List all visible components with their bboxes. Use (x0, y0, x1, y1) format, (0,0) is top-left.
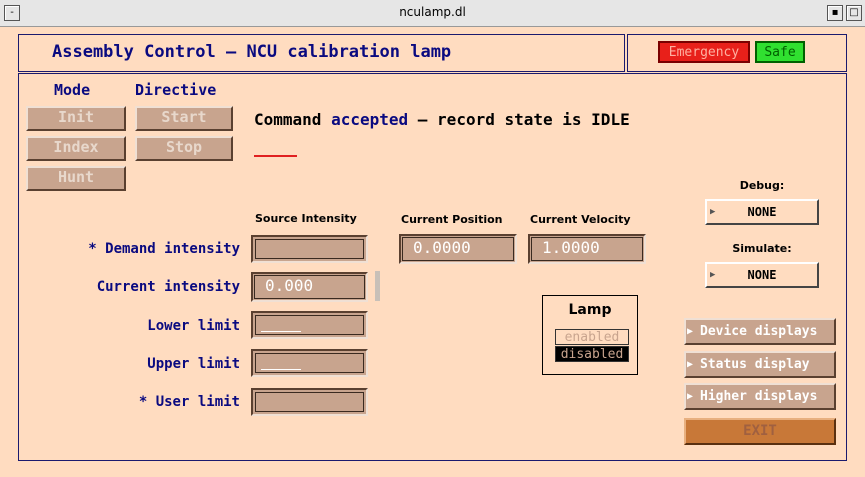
window-titlebar[interactable]: - nculamp.dl ▪ □ (0, 0, 865, 27)
hunt-button[interactable]: Hunt (26, 166, 126, 191)
mode-heading: Mode (54, 81, 91, 99)
command-status-message: Command accepted – record state is IDLE (254, 110, 630, 129)
index-button[interactable]: Index (26, 136, 126, 161)
start-button[interactable]: Start (135, 106, 233, 131)
debug-label: Debug: (739, 179, 785, 192)
page-title: Assembly Control – NCU calibration lamp (52, 42, 452, 62)
field-inner (255, 392, 364, 412)
lower-limit-label: Lower limit (147, 318, 240, 334)
simulate-menu[interactable]: ▶ NONE (705, 262, 819, 288)
safe-button[interactable]: Safe (755, 41, 805, 63)
debug-menu[interactable]: ▶ NONE (705, 199, 819, 225)
field-inner (255, 353, 364, 373)
demand-intensity-label: * Demand intensity (88, 241, 240, 257)
upper-limit-input[interactable] (251, 349, 368, 377)
init-button[interactable]: Init (26, 106, 126, 131)
device-displays-label: Device displays (700, 324, 818, 339)
device-displays-button[interactable]: ▶ Device displays (684, 318, 836, 345)
status-prefix: Command (254, 110, 322, 129)
current-velocity-header: Current Velocity (530, 213, 631, 226)
related-display-icon: ▶ (687, 391, 694, 402)
current-position-header: Current Position (401, 213, 503, 226)
status-suffix: – record state is IDLE (417, 110, 630, 129)
minimize-button[interactable]: ▪ (827, 5, 843, 21)
intensity-scroll-bar[interactable] (375, 271, 380, 301)
lamp-disabled-option[interactable]: disabled (555, 346, 629, 362)
status-display-label: Status display (700, 357, 810, 372)
lamp-title: Lamp (568, 302, 612, 318)
menu-arrow-icon: ▶ (710, 207, 716, 217)
status-accepted: accepted (331, 110, 409, 129)
demand-intensity-input[interactable] (251, 235, 368, 263)
field-inner (255, 239, 364, 259)
higher-displays-button[interactable]: ▶ Higher displays (684, 383, 836, 410)
field-inner (254, 275, 365, 299)
higher-displays-label: Higher displays (700, 389, 818, 404)
field-inner (531, 237, 643, 261)
user-limit-label: * User limit (138, 394, 240, 410)
input-cursor-line (261, 331, 301, 332)
related-display-icon: ▶ (687, 326, 694, 337)
lower-limit-input[interactable] (251, 311, 368, 339)
current-velocity-value: 1.0000 (528, 234, 646, 264)
status-indicator-line (254, 155, 297, 157)
emergency-button[interactable]: Emergency (658, 41, 750, 63)
current-intensity-value: 0.000 (251, 272, 368, 302)
status-display-button[interactable]: ▶ Status display (684, 351, 836, 378)
lamp-panel: Lamp enabled disabled (542, 295, 638, 375)
exit-button[interactable]: EXIT (684, 418, 836, 445)
user-limit-input[interactable] (251, 388, 368, 416)
simulate-value: NONE (747, 268, 777, 282)
upper-limit-label: Upper limit (147, 356, 240, 372)
window-title: nculamp.dl (399, 5, 466, 19)
directive-heading: Directive (135, 81, 217, 99)
menu-arrow-icon: ▶ (710, 270, 716, 280)
debug-value: NONE (747, 205, 777, 219)
current-position-value: 0.0000 (399, 234, 517, 264)
field-inner (402, 237, 514, 261)
source-intensity-header: Source Intensity (255, 212, 357, 225)
field-inner (255, 315, 364, 335)
lamp-enabled-option[interactable]: enabled (555, 329, 629, 345)
maximize-button[interactable]: □ (846, 5, 862, 21)
input-cursor-line (261, 369, 301, 370)
related-display-icon: ▶ (687, 359, 694, 370)
current-intensity-label: Current intensity (96, 279, 240, 295)
simulate-label: Simulate: (732, 242, 792, 255)
stop-button[interactable]: Stop (135, 136, 233, 161)
